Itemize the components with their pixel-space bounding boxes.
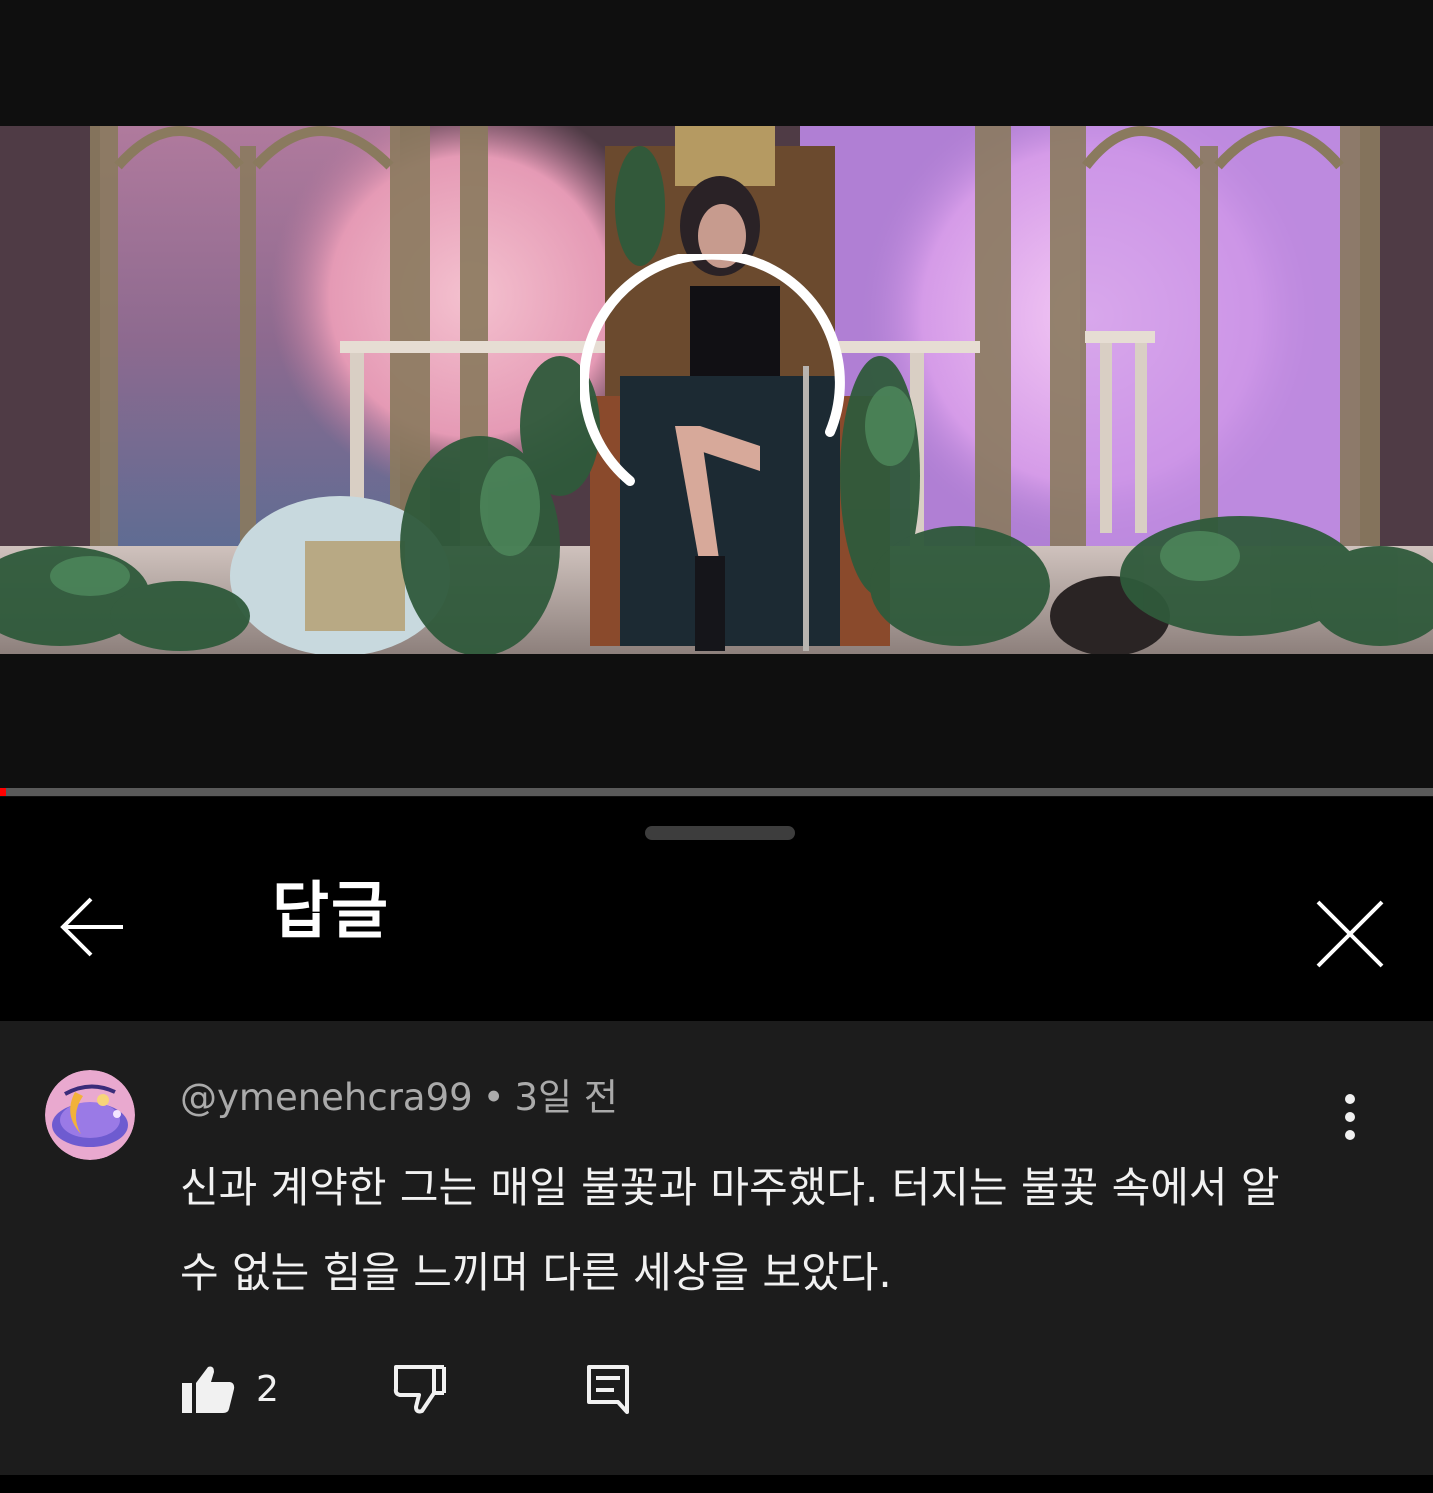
user-avatar-image <box>45 1070 135 1160</box>
replies-sheet: 답글 @ymenehcra99 • 3일 전 신과 계약한 그는 매일 불꽃과 … <box>0 797 1433 1493</box>
meta-separator: • <box>482 1076 505 1119</box>
dislike-button[interactable] <box>392 1359 448 1419</box>
sheet-title: 답글 <box>272 874 391 947</box>
reply-icon <box>587 1365 629 1414</box>
reply-button[interactable] <box>586 1359 630 1419</box>
drag-handle[interactable] <box>645 826 795 840</box>
comment-meta: @ymenehcra99 • 3일 전 <box>180 1076 618 1120</box>
progress-bar[interactable] <box>0 788 1433 796</box>
back-button[interactable] <box>50 885 134 969</box>
progress-bar-played <box>0 788 6 796</box>
thumbs-down-icon <box>393 1365 446 1414</box>
video-frame[interactable] <box>0 126 1433 654</box>
video-player[interactable] <box>0 0 1433 797</box>
more-options-button[interactable] <box>1322 1089 1378 1145</box>
thumbs-up-icon <box>182 1366 235 1413</box>
like-button[interactable]: 2 <box>180 1359 279 1419</box>
close-button[interactable] <box>1305 889 1395 979</box>
arrow-left-icon <box>60 897 123 957</box>
avatar[interactable] <box>45 1070 135 1160</box>
close-icon <box>1316 900 1384 968</box>
more-vertical-icon <box>1345 1094 1355 1140</box>
comment-item: @ymenehcra99 • 3일 전 신과 계약한 그는 매일 불꽃과 마주했다.… <box>0 1021 1433 1475</box>
comment-time: 3일 전 <box>514 1076 618 1119</box>
comment-text: 신과 계약한 그는 매일 불꽃과 마주했다. 터지는 불꽃 속에서 알 수 없는… <box>180 1163 1280 1297</box>
loading-spinner-icon <box>580 254 845 486</box>
like-count: 2 <box>256 1368 279 1410</box>
comment-author[interactable]: @ymenehcra99 <box>180 1076 473 1119</box>
